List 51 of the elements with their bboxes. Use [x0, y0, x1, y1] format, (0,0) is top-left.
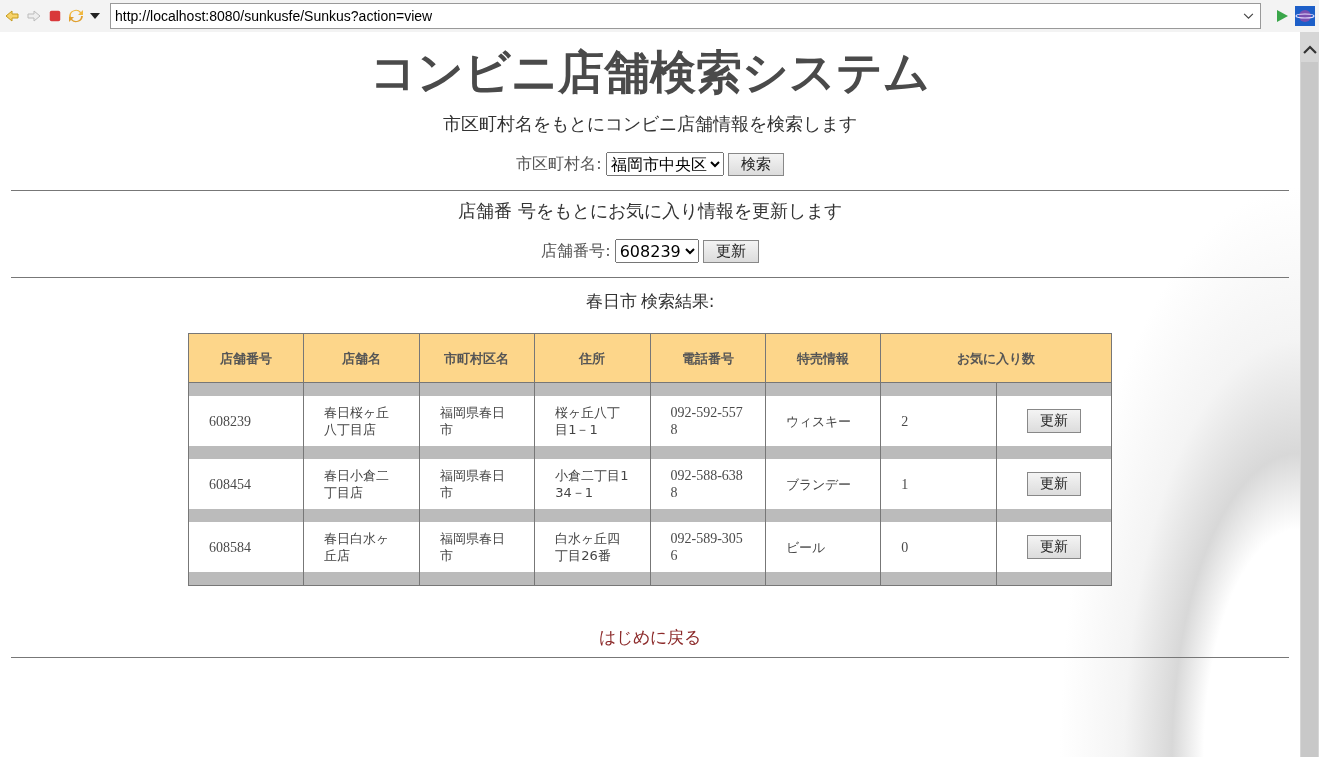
url-field[interactable]: http://localhost:8080/sunkusfe/Sunkus?action=view — [110, 3, 1261, 29]
table-cell: ウィスキー — [765, 396, 881, 446]
result-heading: 検索結果: — [640, 290, 715, 313]
search-button[interactable]: 検索 — [727, 152, 784, 176]
table-cell: ブランデー — [765, 459, 881, 509]
table-cell: 092-588-6388 — [650, 459, 766, 509]
table-cell: 白水ヶ丘四丁目26番 — [534, 522, 650, 572]
table-cell: 春日小倉二丁目店 — [303, 459, 420, 509]
section-description: 店舗番 号をもとにお気に入り情報を更新します — [458, 199, 842, 223]
table-cell: 092-592-5578 — [650, 396, 766, 446]
table-cell: 桜ヶ丘八丁目1－1 — [534, 396, 650, 446]
table-cell: 福岡県春日市 — [419, 396, 535, 446]
store-number-label: 店舗番号: — [541, 240, 611, 262]
table-cell: 1 — [880, 459, 997, 509]
scroll-up-icon[interactable] — [1302, 44, 1317, 54]
page-title: コンビニ店舗検索システム — [370, 45, 930, 100]
dropdown-caret-icon[interactable] — [90, 13, 100, 19]
table-cell: 福岡県春日市 — [419, 459, 535, 509]
column-header: 特売情報 — [765, 333, 881, 383]
stop-icon[interactable] — [48, 9, 62, 23]
update-button[interactable]: 更新 — [1026, 535, 1081, 559]
section-description: 市区町村名をもとにコンビニ店舗情報を検索します — [443, 112, 857, 136]
table-cell: 608584 — [188, 522, 304, 572]
column-header: 電話番号 — [650, 333, 766, 383]
table-cell: 608239 — [188, 396, 304, 446]
table-cell: 春日桜ヶ丘八丁目店 — [303, 396, 420, 446]
globe-icon[interactable] — [1295, 6, 1315, 26]
column-header: 住所 — [534, 333, 650, 383]
store-number-dropdown[interactable]: 608239 — [614, 239, 699, 263]
table-cell: 福岡県春日市 — [419, 522, 535, 572]
table-cell: 608454 — [188, 459, 304, 509]
column-header: 店舗名 — [303, 333, 420, 383]
back-link[interactable]: はじめに戻る — [599, 626, 701, 649]
scrollbar[interactable] — [1300, 32, 1319, 757]
update-button[interactable]: 更新 — [1026, 409, 1081, 433]
table-cell: 春日白水ヶ丘店 — [303, 522, 420, 572]
table-cell: 2 — [880, 396, 997, 446]
table-cell: 0 — [880, 522, 997, 572]
update-button[interactable]: 更新 — [1026, 472, 1081, 496]
update-button[interactable]: 更新 — [702, 239, 759, 263]
table-cell: ビール — [765, 522, 881, 572]
table-cell: 小倉二丁目134－1 — [534, 459, 650, 509]
chevron-down-icon[interactable] — [1243, 12, 1254, 20]
column-header: お気に入り数 — [880, 333, 1112, 383]
result-city: 春日市 — [585, 290, 637, 313]
table-cell: 092-589-3056 — [650, 522, 766, 572]
column-header: 店舗番号 — [188, 333, 304, 383]
play-icon[interactable] — [1275, 9, 1289, 23]
column-header: 市町村区名 — [419, 333, 535, 383]
city-label: 市区町村名: — [516, 153, 602, 175]
city-dropdown[interactable]: 福岡市中央区 — [605, 152, 724, 176]
